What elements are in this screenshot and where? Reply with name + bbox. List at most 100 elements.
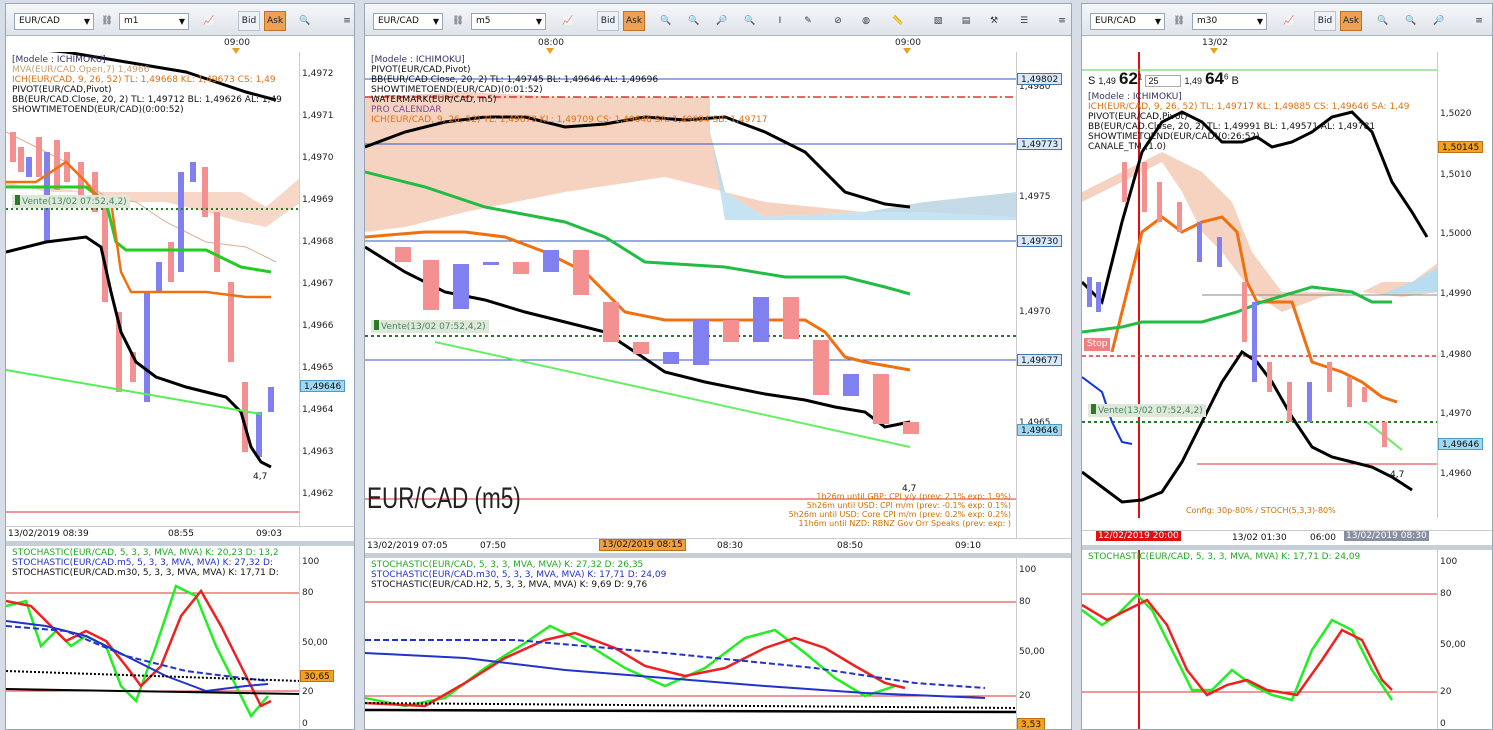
stop-label[interactable]: Stop [1084, 338, 1111, 351]
symbol-select[interactable]: EUR/CAD ▼ [373, 13, 443, 30]
price-chart[interactable]: [Modele : ICHIMOKU] PIVOT(EUR/CAD,Pivot)… [365, 52, 1071, 538]
crosshair-search-icon[interactable]: 🔍 [655, 11, 677, 31]
candle [168, 242, 174, 282]
order-label[interactable]: Vente(13/02 07:52,4,2) [12, 195, 130, 208]
ruler-icon[interactable]: 📏 [887, 11, 909, 31]
stochastic-panel[interactable]: STOCHASTIC(EUR/CAD, 5, 3, 3, MVA, MVA) K… [6, 546, 354, 729]
legend-line: WATERMARK(EUR/CAD, m5) [371, 95, 497, 105]
globe-icon[interactable]: ◍ [855, 11, 877, 31]
symbol-value: EUR/CAD [1095, 16, 1136, 26]
menu-icon[interactable]: ≡ [1051, 11, 1071, 31]
candle [1382, 422, 1387, 447]
time-label-highlight: 13/02/2019 08:15 [599, 539, 686, 551]
quantity-input[interactable]: 25 [1145, 75, 1182, 87]
timeframe-select[interactable]: m30 ▼ [1192, 13, 1267, 30]
zoom-reset-icon[interactable]: 🔍 [739, 11, 761, 31]
ask-button[interactable]: Ask [1340, 11, 1362, 31]
top-time-label: 08:00 [538, 38, 564, 48]
level-label: 20 [302, 687, 314, 697]
symbol-value: EUR/CAD [378, 16, 419, 26]
tools-icon[interactable]: ⚒ [983, 11, 1005, 31]
order-label[interactable]: Vente(13/02 07:52,4,2) [371, 320, 489, 333]
ask-button[interactable]: Ask [264, 11, 286, 31]
time-label: 09:03 [256, 529, 282, 539]
zoom-in-icon[interactable]: 🔍 [1400, 11, 1422, 31]
chart-type-icon[interactable]: 📈 [557, 11, 579, 31]
zoom-out-icon[interactable]: 🔎 [711, 11, 733, 31]
bid-button[interactable]: Bid [238, 11, 260, 31]
timeframe-select[interactable]: m1 ▼ [119, 13, 189, 30]
legend-line: [Modele : ICHIMOKU] [1088, 92, 1182, 102]
level-label: 20 [1440, 687, 1452, 697]
settings-icon[interactable]: ☰ [1013, 11, 1035, 31]
chart-type-icon[interactable]: 📈 [1278, 11, 1300, 31]
quote-box[interactable]: S 1,49 621 25 1,49 646 B [1088, 69, 1239, 91]
oscillator-axis: 100 80 50,00 20 3,53 [1016, 558, 1071, 729]
crosshair-search-icon[interactable]: 🔍 [294, 11, 316, 31]
sell-pip: 1 [1137, 72, 1143, 82]
time-label: 08:55 [168, 529, 194, 539]
legend-line: CANALE_TM (1.0) [1088, 142, 1166, 152]
link-icon[interactable]: ⛓ [447, 11, 469, 31]
symbol-select[interactable]: EUR/CAD ▼ [1090, 13, 1165, 30]
zoom-in-icon[interactable]: 🔍 [683, 11, 705, 31]
menu-icon[interactable]: ≡ [336, 11, 354, 31]
comment-icon[interactable]: ✎ [797, 11, 819, 31]
candle [1252, 302, 1257, 382]
chart-pane-m30: EUR/CAD ▼ ⛓ m30 ▼ 📈 Bid Ask 🔍 🔍 🔎 ≡ 13/02 [1081, 3, 1493, 730]
symbol-select[interactable]: EUR/CAD ▼ [14, 13, 94, 30]
level-label: 50,00 [1019, 647, 1045, 657]
menu-icon[interactable]: ≡ [1468, 11, 1490, 31]
oscillator-axis: 100 80 50,00 30,65 20 0 [299, 546, 354, 729]
candle [543, 250, 559, 272]
economic-calendar: 1h26m until GBP: CPI y/y (prev: 2.1% exp… [789, 492, 1011, 528]
price-label: 1,5020 [1440, 109, 1472, 119]
price-label: 1,4968 [302, 237, 334, 247]
price-chart[interactable]: S 1,49 621 25 1,49 646 B [Modele : ICHIM… [1082, 52, 1492, 518]
chevron-down-icon: ▼ [178, 17, 185, 26]
oscillator-legend: STOCHASTIC(EUR/CAD, 5, 3, 3, MVA, MVA) K… [12, 548, 279, 578]
signal-icon[interactable]: ⊘ [827, 11, 849, 31]
image-icon[interactable]: ▧ [927, 11, 949, 31]
legend-line: [Modele : ICHIMOKU] [12, 55, 106, 65]
link-icon[interactable]: ⛓ [96, 11, 118, 31]
time-label-highlight: 12/02/2019 20:00 [1096, 531, 1181, 541]
layout-icon[interactable]: ▤ [955, 11, 977, 31]
price-label: 1,4965 [302, 363, 334, 373]
crosshair-search-icon[interactable]: 🔍 [1372, 11, 1394, 31]
calendar-entry: 5h26m until USD: CPI m/m (prev: -0.1% ex… [806, 501, 1011, 510]
level-label: 80 [1440, 589, 1452, 599]
level-label: 80 [1019, 597, 1031, 607]
legend-line: SHOWTIMETOEND(EUR/CAD)(0:00:52) [12, 105, 184, 115]
bb-lower-line [1082, 349, 1413, 504]
buy-pip: 6 [1224, 72, 1229, 82]
zoom-out-icon[interactable]: 🔎 [1428, 11, 1450, 31]
candle [1087, 277, 1092, 307]
time-label: 06:00 [1310, 533, 1336, 543]
candle [1157, 182, 1162, 222]
order-marker-icon [374, 320, 379, 330]
price-chart[interactable]: [Modele : ICHIMOKU] MVA(EUR/CAD.Open,7) … [6, 52, 354, 526]
pane-toolbar: EUR/CAD ▼ ⛓ m30 ▼ 📈 Bid Ask 🔍 🔍 🔎 ≡ [1082, 4, 1492, 36]
candle [753, 297, 769, 342]
stochastic-panel[interactable]: STOCHASTIC(EUR/CAD, 5, 3, 3, MVA, MVA) K… [365, 558, 1071, 729]
cursor-icon[interactable]: I [769, 11, 791, 31]
price-label: 1,4960 [1440, 469, 1472, 479]
legend-line: ICH(EUR/CAD, 9, 26, 52) TL: 1,49673 KL: … [371, 115, 768, 125]
buy-price[interactable]: 64 [1205, 69, 1224, 88]
bid-button[interactable]: Bid [1314, 11, 1336, 31]
level-label: 20 [1019, 691, 1031, 701]
timeframe-select[interactable]: m5 ▼ [471, 13, 546, 30]
stochastic-panel[interactable]: STOCHASTIC(EUR/CAD, 5, 3, 3, MVA, MVA) K… [1082, 550, 1492, 729]
top-time-label: 13/02 [1202, 38, 1228, 48]
legend-line: STOCHASTIC(EUR/CAD, 5, 3, 3, MVA, MVA) K… [371, 560, 644, 570]
sell-price[interactable]: 62 [1119, 69, 1138, 88]
candle [603, 302, 619, 342]
bid-button[interactable]: Bid [597, 11, 619, 31]
link-icon[interactable]: ⛓ [1168, 11, 1190, 31]
price-label: 1,4964 [302, 405, 334, 415]
order-label[interactable]: Vente(13/02 07:52,4,2) [1088, 404, 1206, 417]
ask-button[interactable]: Ask [623, 11, 645, 31]
candle [10, 132, 16, 162]
chart-type-icon[interactable]: 📈 [198, 11, 220, 31]
